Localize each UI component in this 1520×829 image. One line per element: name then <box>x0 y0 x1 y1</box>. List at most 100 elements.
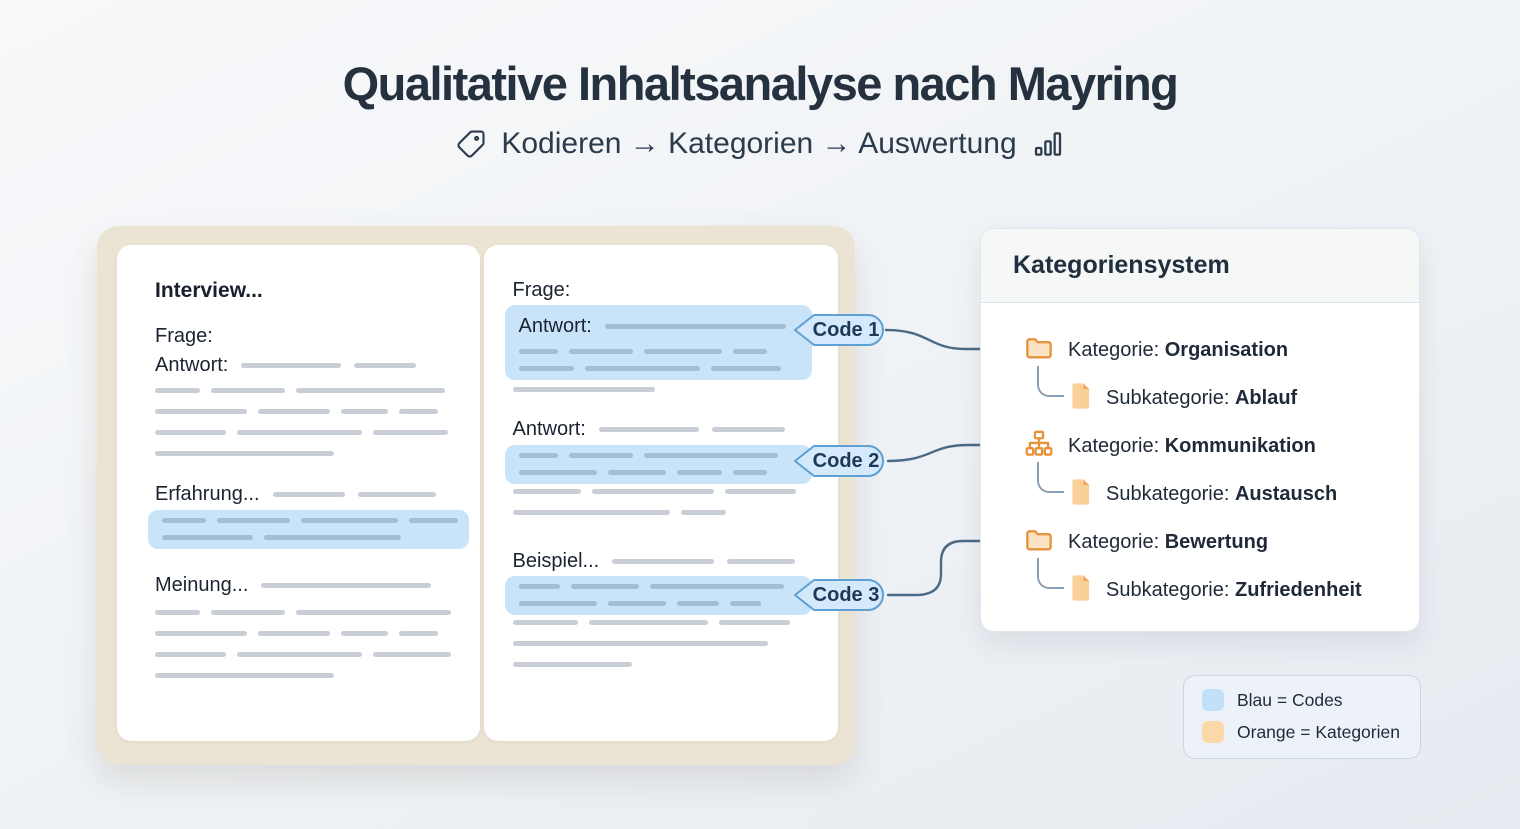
skeleton-line <box>599 427 699 432</box>
skeleton-line <box>733 470 767 475</box>
legend-label: Blau = Codes <box>1237 690 1343 711</box>
page-label-text: Beispiel... <box>513 548 600 574</box>
sitemap-icon <box>1025 430 1053 462</box>
bar-chart-icon <box>1032 128 1064 160</box>
page-heading: Interview... <box>155 278 453 304</box>
tree-elbow-connector <box>1037 462 1064 493</box>
mayring-diagram: Qualitative Inhaltsanalyse nach Mayring … <box>0 0 1520 829</box>
page-label: Antwort: <box>155 352 453 378</box>
skeleton-line <box>730 601 761 606</box>
skeleton-line-row <box>513 620 811 625</box>
skeleton-line <box>513 510 671 515</box>
legend-swatch <box>1202 689 1224 711</box>
skeleton-line <box>519 470 597 475</box>
skeleton-line <box>264 535 401 540</box>
skeleton-line <box>725 489 796 494</box>
legend-item: Orange = Kategorien <box>1202 721 1402 743</box>
skeleton-line <box>608 470 667 475</box>
skeleton-line <box>162 518 206 523</box>
skeleton-line <box>399 409 438 414</box>
skeleton-line <box>155 430 226 435</box>
category-value: Bewertung <box>1165 531 1268 553</box>
skeleton-line-row <box>155 652 453 657</box>
skeleton-line <box>513 641 769 646</box>
skeleton-line-row <box>513 641 811 646</box>
category-row: Kategorie: Bewertung <box>1025 525 1395 559</box>
skeleton-line <box>592 489 714 494</box>
page-label-text: Antwort: <box>519 313 592 339</box>
skeleton-line-row <box>155 451 453 456</box>
page-label: Frage: <box>513 277 811 303</box>
skeleton-line <box>296 610 451 615</box>
skeleton-line <box>681 510 726 515</box>
kategoriensystem-panel: Kategoriensystem Kategorie: Organisation… <box>980 228 1420 632</box>
skeleton-line-row <box>155 631 453 636</box>
skeleton-line-row <box>162 535 455 540</box>
skeleton-line <box>373 652 450 657</box>
page-label: Erfahrung... <box>155 481 453 507</box>
page-label-text: Antwort: <box>513 416 586 442</box>
skeleton-line <box>569 453 633 458</box>
skeleton-line-group <box>155 610 453 678</box>
skeleton-line-row <box>513 387 811 392</box>
skeleton-line <box>712 427 785 432</box>
category-row: Kategorie: Kommunikation <box>1025 429 1395 463</box>
text-highlight <box>505 445 813 484</box>
tree-elbow-connector <box>1037 366 1064 397</box>
subcategory-value: Austausch <box>1235 483 1337 505</box>
skeleton-line-row <box>162 518 455 523</box>
skeleton-line <box>519 601 597 606</box>
category-label: Kategorie: <box>1068 339 1165 361</box>
skeleton-line-row <box>155 388 453 393</box>
skeleton-line-row <box>519 601 799 606</box>
category-text: Kategorie: Kommunikation <box>1068 435 1316 458</box>
skeleton-line <box>677 601 719 606</box>
skeleton-line <box>569 349 633 354</box>
skeleton-line <box>513 489 581 494</box>
subcategory-row: Subkategorie: Ablauf <box>1069 381 1395 415</box>
code-badge: Code 2 <box>792 442 888 480</box>
skeleton-line-row <box>519 453 799 458</box>
subcategory-text: Subkategorie: Zufriedenheit <box>1106 579 1362 602</box>
skeleton-line <box>589 620 708 625</box>
document-icon <box>1069 478 1092 511</box>
subcategory-value: Ablauf <box>1235 387 1297 409</box>
skeleton-line <box>719 620 790 625</box>
legend-item: Blau = Codes <box>1202 689 1402 711</box>
subcategory-label: Subkategorie: <box>1106 483 1235 505</box>
subcategory-text: Subkategorie: Ablauf <box>1106 387 1297 410</box>
skeleton-line <box>155 388 200 393</box>
skeleton-line <box>211 388 285 393</box>
skeleton-line <box>519 584 561 589</box>
skeleton-line <box>519 366 575 371</box>
page-label-text: Meinung... <box>155 572 248 598</box>
skeleton-line <box>237 430 362 435</box>
skeleton-line <box>217 518 290 523</box>
category-value: Organisation <box>1165 339 1288 361</box>
subtitle-text: Kodieren → Kategorien → Auswertung <box>501 127 1016 161</box>
skeleton-line <box>273 492 345 497</box>
page-label: Beispiel... <box>513 548 811 574</box>
skeleton-line <box>358 492 436 497</box>
code-badge-label: Code 3 <box>808 576 884 614</box>
page-label: Frage: <box>155 323 453 349</box>
skeleton-line-group <box>513 387 811 392</box>
skeleton-line <box>155 631 247 636</box>
skeleton-line <box>373 430 447 435</box>
legend: Blau = Codes Orange = Kategorien <box>1183 675 1421 759</box>
skeleton-line <box>162 535 253 540</box>
skeleton-line <box>211 610 285 615</box>
skeleton-line <box>237 652 362 657</box>
skeleton-line <box>513 387 656 392</box>
skeleton-line <box>677 470 722 475</box>
page-label: Antwort: <box>513 416 811 442</box>
skeleton-line <box>258 631 329 636</box>
panel-header: Kategoriensystem <box>981 229 1419 303</box>
text-highlight <box>148 510 469 549</box>
skeleton-line-row <box>519 366 799 371</box>
book-pages: Interview... Frage: Antwort: Erfahrung... Me… <box>117 245 838 741</box>
skeleton-line <box>519 453 558 458</box>
page-label-text: Frage: <box>155 323 213 349</box>
text-highlight <box>505 576 813 615</box>
skeleton-line <box>155 610 200 615</box>
